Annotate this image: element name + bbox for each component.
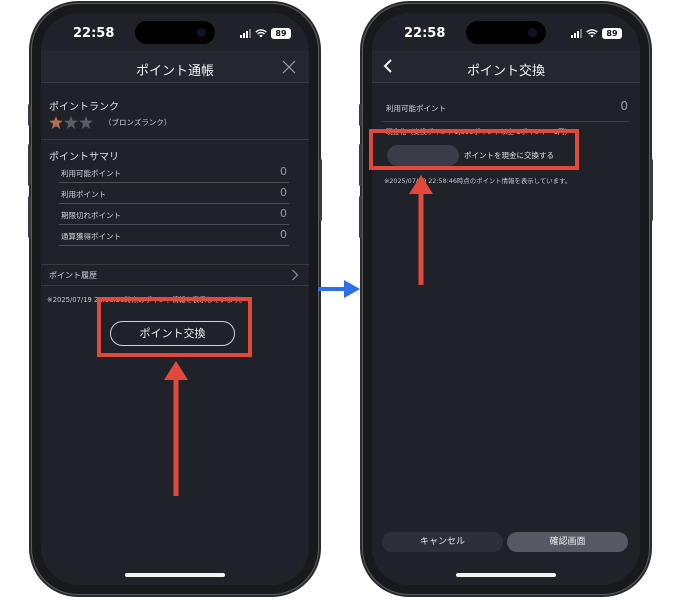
rank-row: （ブロンズランク） <box>49 116 171 129</box>
summary-row: 利用ポイント 0 <box>59 184 289 204</box>
bottom-action-bar: キャンセル 確認画面 <box>382 532 628 552</box>
summary-row: 期限切れポイント 0 <box>59 205 289 225</box>
status-bar: 22:58 89 <box>41 13 309 53</box>
wifi-icon <box>586 29 598 38</box>
battery-icon: 89 <box>602 28 622 39</box>
mute-switch <box>359 104 362 126</box>
timestamp-note: ※2025/07/19 22:58:46時点のポイント情報を表示しています。 <box>384 177 572 185</box>
battery-icon: 89 <box>271 28 291 39</box>
summary-label: 利用ポイント <box>61 190 106 199</box>
status-time: 22:58 <box>404 26 446 41</box>
divider <box>382 121 630 122</box>
summary-row: 利用可能ポイント 0 <box>59 163 289 183</box>
cellular-signal-icon <box>240 29 251 38</box>
cancel-button[interactable]: キャンセル <box>382 532 503 552</box>
system-icons: 89 <box>240 28 291 39</box>
home-indicator[interactable] <box>456 573 556 577</box>
divider <box>41 139 309 140</box>
cellular-signal-icon <box>571 29 582 38</box>
point-history-link[interactable]: ポイント履歴 <box>41 264 309 286</box>
volume-down-button <box>359 196 362 238</box>
power-button <box>650 159 653 221</box>
summary-label: 通算獲得ポイント <box>61 232 121 241</box>
summary-value: 0 <box>280 228 287 241</box>
confirm-screen-button[interactable]: 確認画面 <box>507 532 628 552</box>
phone-frame-right: 22:58 89 ポイント交換 利用可能ポイント 0 現金化（交換ポイント1,0… <box>359 4 653 594</box>
volume-up-button <box>28 144 31 186</box>
mute-switch <box>28 104 31 126</box>
close-icon[interactable] <box>281 59 297 75</box>
available-points-value: 0 <box>620 99 628 113</box>
star-empty-icon <box>79 116 93 129</box>
star-empty-icon <box>64 116 78 129</box>
camera-icon <box>197 28 206 37</box>
page-title: ポイント通帳 <box>135 64 214 79</box>
point-history-label: ポイント履歴 <box>49 271 97 280</box>
page-title: ポイント交換 <box>466 64 545 79</box>
available-points-label: 利用可能ポイント <box>386 104 446 113</box>
nav-bar: ポイント通帳 <box>41 51 309 83</box>
blue-flow-arrow-icon <box>318 280 360 298</box>
volume-up-button <box>359 144 362 186</box>
summary-value: 0 <box>280 186 287 199</box>
volume-down-button <box>28 196 31 238</box>
screen-point-exchange: 22:58 89 ポイント交換 利用可能ポイント 0 現金化（交換ポイント1,0… <box>372 13 640 585</box>
chevron-right-icon <box>292 269 299 281</box>
rank-label: （ブロンズランク） <box>104 118 172 127</box>
summary-value: 0 <box>280 207 287 220</box>
camera-icon <box>528 28 537 37</box>
status-time: 22:58 <box>73 26 115 41</box>
wifi-icon <box>255 29 267 38</box>
star-filled-icon <box>49 116 63 129</box>
summary-heading: ポイントサマリ <box>49 152 119 163</box>
home-indicator[interactable] <box>125 573 225 577</box>
highlight-box-exchange-input <box>369 129 579 170</box>
summary-row: 通算獲得ポイント 0 <box>59 226 289 246</box>
summary-label: 利用可能ポイント <box>61 169 121 178</box>
system-icons: 89 <box>571 28 622 39</box>
summary-label: 期限切れポイント <box>61 211 121 220</box>
status-bar: 22:58 89 <box>372 13 640 53</box>
power-button <box>319 159 322 221</box>
summary-value: 0 <box>280 165 287 178</box>
nav-bar: ポイント交換 <box>372 51 640 83</box>
rank-heading: ポイントランク <box>49 102 119 113</box>
highlight-box-exchange-button <box>97 297 252 357</box>
dynamic-island <box>466 21 546 44</box>
dynamic-island <box>135 21 215 44</box>
